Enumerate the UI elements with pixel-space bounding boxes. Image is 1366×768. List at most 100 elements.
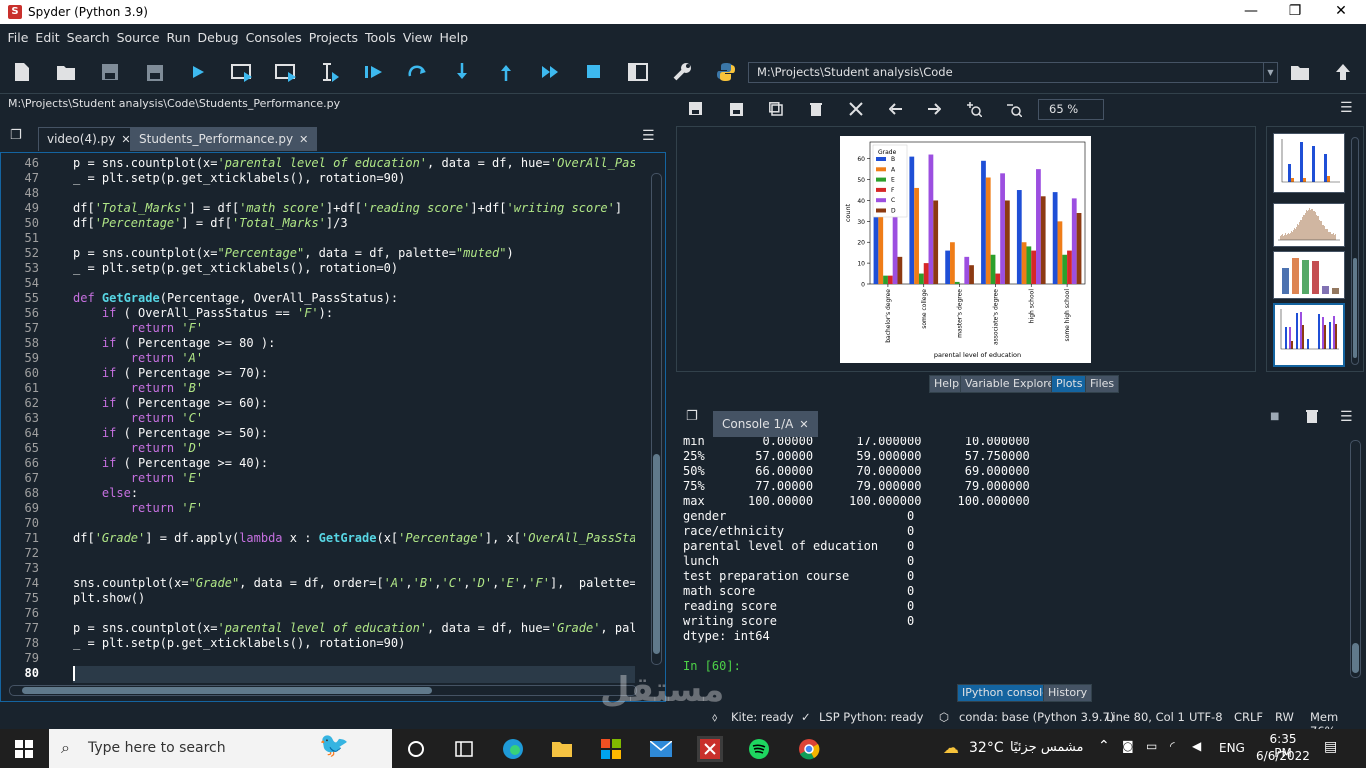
save-plot-icon[interactable]	[684, 97, 708, 121]
code-line[interactable]: df['Percentage'] = df['Total_Marks']/3	[73, 216, 348, 231]
zoom-out-icon[interactable]	[1002, 97, 1026, 121]
code-line[interactable]: return 'E'	[73, 471, 203, 486]
code-line[interactable]: plt.show()	[73, 591, 145, 606]
code-line[interactable]: return 'F'	[73, 501, 203, 516]
code-line[interactable]: df['Grade'] = df.apply(lambda x : GetGra…	[73, 531, 635, 546]
menu-projects[interactable]: Projects	[305, 30, 361, 45]
next-plot-icon[interactable]	[922, 97, 946, 121]
spotify-icon[interactable]	[746, 736, 772, 762]
menu-run[interactable]: Run	[163, 30, 194, 45]
close-tab-icon[interactable]: ✕	[799, 418, 808, 431]
code-line[interactable]: if ( OverAll_PassStatus == 'F'):	[73, 306, 333, 321]
meet-now-icon[interactable]: ◙	[1122, 739, 1134, 753]
code-line[interactable]: if ( Percentage >= 60):	[73, 396, 268, 411]
menu-search[interactable]: Search	[63, 30, 113, 45]
weather-temperature[interactable]: 32°C	[969, 740, 1004, 756]
python-path-icon[interactable]	[714, 60, 738, 84]
code-line[interactable]: else:	[73, 486, 138, 501]
code-line[interactable]: _ = plt.setp(p.get_xticklabels(), rotati…	[73, 636, 405, 651]
tab-students-performance[interactable]: Students_Performance.py ✕	[130, 127, 318, 151]
zoom-field[interactable]: 65 %	[1038, 99, 1104, 120]
file-explorer-icon[interactable]	[549, 736, 575, 762]
continue-icon[interactable]	[538, 60, 562, 84]
tab-variable-explorer[interactable]: Variable Explorer	[960, 375, 1064, 393]
clock-date[interactable]: 6/6/2022	[1255, 749, 1311, 763]
scrollbar-thumb[interactable]	[653, 454, 660, 654]
tab-help[interactable]: Help	[929, 375, 965, 393]
step-into-icon[interactable]	[450, 60, 474, 84]
code-line[interactable]: return 'D'	[73, 441, 203, 456]
spyder-taskbar-icon[interactable]	[697, 736, 723, 762]
browse-tabs-icon[interactable]: ❐	[10, 128, 22, 143]
status-conda[interactable]: conda: base (Python 3.9.7)	[959, 710, 1114, 724]
menu-help[interactable]: Help	[436, 30, 472, 45]
windows-start-icon[interactable]	[15, 740, 33, 761]
code-area[interactable]: p = sns.countplot(x='parental level of e…	[73, 153, 635, 688]
chevron-up-icon[interactable]: ⌃	[1098, 738, 1110, 754]
console-scrollbar[interactable]	[1350, 440, 1361, 678]
tab-plots[interactable]: Plots	[1051, 375, 1088, 393]
battery-icon[interactable]: ▭	[1146, 739, 1157, 753]
thumbnail-scrollbar[interactable]	[1351, 137, 1359, 365]
delete-plot-icon[interactable]	[804, 97, 828, 121]
code-line[interactable]: p = sns.countplot(x='parental level of e…	[73, 156, 635, 171]
maximize-pane-icon[interactable]	[626, 60, 650, 84]
code-line[interactable]: if ( Percentage >= 40):	[73, 456, 268, 471]
code-line[interactable]: return 'B'	[73, 381, 203, 396]
scrollbar-thumb[interactable]	[1352, 643, 1359, 673]
language-indicator[interactable]: ENG	[1219, 741, 1245, 755]
run-icon[interactable]	[186, 60, 210, 84]
options-menu-icon[interactable]: ☰	[642, 128, 655, 144]
chrome-icon[interactable]	[796, 736, 822, 762]
step-icon[interactable]	[406, 60, 430, 84]
taskbar-search[interactable]: ⌕ Type here to search 🐦	[49, 729, 392, 768]
code-line[interactable]: _ = plt.setp(p.get_xticklabels(), rotati…	[73, 171, 405, 186]
console-options-icon[interactable]: ☰	[1340, 409, 1353, 425]
code-line[interactable]: sns.countplot(x="Grade", data = df, orde…	[73, 576, 635, 591]
parent-directory-icon[interactable]	[1331, 60, 1355, 84]
chevron-down-icon[interactable]: ▼	[1263, 63, 1277, 82]
code-line[interactable]: p = sns.countplot(x='parental level of e…	[73, 621, 635, 636]
menu-debug[interactable]: Debug	[194, 30, 242, 45]
new-file-icon[interactable]	[10, 60, 34, 84]
menu-view[interactable]: View	[399, 30, 436, 45]
previous-plot-icon[interactable]	[884, 97, 908, 121]
edge-browser-icon[interactable]	[500, 736, 526, 762]
tab-files[interactable]: Files	[1085, 375, 1120, 393]
run-selection-icon[interactable]	[318, 60, 342, 84]
tab-history[interactable]: History	[1043, 684, 1093, 702]
close-tab-icon[interactable]: ✕	[299, 133, 308, 146]
open-folder-icon[interactable]	[54, 60, 78, 84]
run-cell-icon[interactable]	[230, 60, 254, 84]
close-button[interactable]: ✕	[1318, 0, 1364, 24]
tab-ipython-console[interactable]: IPython console	[957, 684, 1054, 702]
thumbnail-1[interactable]	[1273, 133, 1345, 193]
code-line[interactable]: p = sns.countplot(x="Percentage", data =…	[73, 246, 514, 261]
menu-tools[interactable]: Tools	[362, 30, 400, 45]
status-lsp[interactable]: LSP Python: ready	[819, 710, 923, 724]
tab-video4[interactable]: video(4).py ✕	[38, 127, 140, 151]
plots-options-icon[interactable]: ☰	[1340, 100, 1353, 116]
clear-console-icon[interactable]	[1306, 409, 1318, 426]
code-line[interactable]: return 'C'	[73, 411, 203, 426]
notifications-icon[interactable]: ▤	[1324, 739, 1337, 755]
menu-source[interactable]: Source	[113, 30, 163, 45]
menu-edit[interactable]: Edit	[32, 30, 63, 45]
plot-thumbnails[interactable]	[1266, 126, 1364, 372]
code-line[interactable]: _ = plt.setp(p.get_xticklabels(), rotati…	[73, 261, 398, 276]
browse-console-tabs-icon[interactable]: ❐	[686, 409, 698, 424]
thumbnail-2[interactable]	[1273, 203, 1345, 247]
code-line[interactable]: def GetGrade(Percentage, OverAll_PassSta…	[73, 291, 398, 306]
code-line[interactable]: if ( Percentage >= 70):	[73, 366, 268, 381]
microsoft-store-icon[interactable]	[598, 736, 624, 762]
thumbnail-3[interactable]	[1273, 251, 1345, 299]
run-cell-advance-icon[interactable]	[274, 60, 298, 84]
status-kite[interactable]: Kite: ready	[731, 710, 794, 724]
menu-consoles[interactable]: Consoles	[242, 30, 305, 45]
maximize-button[interactable]: ❐	[1272, 0, 1318, 24]
ipython-console[interactable]: min 0.00000 17.000000 10.000000 25% 57.00…	[678, 437, 1350, 680]
stop-icon[interactable]	[582, 60, 606, 84]
step-return-icon[interactable]	[494, 60, 518, 84]
code-editor[interactable]: 46 47 48 49 50 51 52 53 54 55 56 57 58 59 60 61 62 63 64 65…	[0, 152, 666, 702]
code-line[interactable]: if ( Percentage >= 50):	[73, 426, 268, 441]
